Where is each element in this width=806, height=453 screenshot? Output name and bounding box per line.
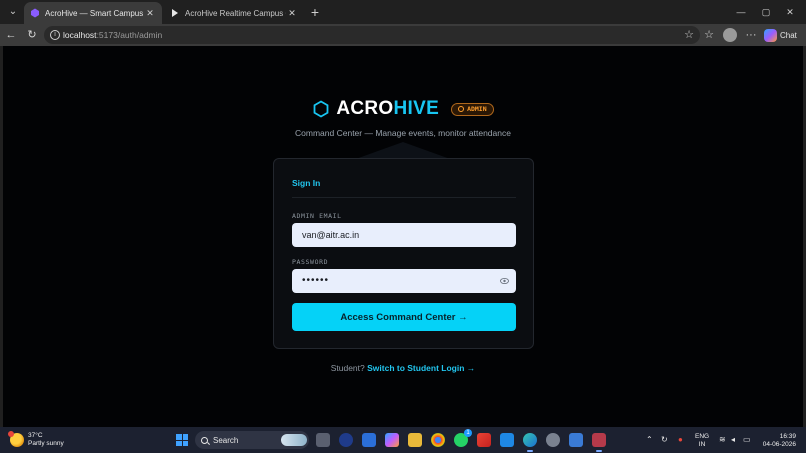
password-label: PASSWORD [292,258,329,266]
external-favicon-icon [172,9,178,17]
email-field[interactable]: van@aitr.ac.in [292,223,516,247]
minimize-icon[interactable]: — [733,4,749,20]
page-viewport: ACROHIVE ADMIN Command Center — Manage e… [3,46,803,427]
copilot-icon [764,28,777,42]
alert-dot-icon [8,431,14,437]
access-command-center-button[interactable]: Access Command Center → [292,303,516,331]
edge-icon[interactable] [523,433,537,452]
close-icon[interactable]: ✕ [144,8,156,19]
close-icon[interactable]: ✕ [286,8,298,19]
collections-icon[interactable]: ☆ [701,27,717,43]
password-field[interactable]: •••••• [292,269,516,293]
sign-in-card: Sign In ADMIN EMAIL van@aitr.ac.in PASSW… [273,158,534,349]
chrome-icon[interactable] [431,433,445,447]
clock[interactable]: 16:39 04-06-2026 [760,433,796,449]
divider [292,197,516,198]
acrohive-favicon-icon [31,8,39,18]
password-value: •••••• [302,275,330,286]
email-label: ADMIN EMAIL [292,212,342,220]
task-view-icon[interactable] [316,433,330,447]
sync-icon[interactable]: ↻ [661,435,668,444]
chevron-up-icon[interactable]: ⌃ [646,435,653,444]
refresh-icon[interactable]: ↻ [24,27,40,43]
switch-login-line: Student? Switch to Student Login → [3,363,803,373]
whatsapp-icon[interactable]: 1 [454,429,472,447]
back-icon[interactable]: ← [3,27,19,43]
search-icon [201,436,208,444]
admin-badge: ADMIN [451,102,494,116]
search-highlight-image [281,434,307,446]
tagline: Command Center — Manage events, monitor … [295,128,511,138]
switch-prompt: Student? [330,363,365,373]
settings-gear-icon[interactable] [546,433,560,447]
volume-icon[interactable]: ◂ [731,435,735,444]
search-label: Search [213,435,239,445]
brand-wordmark: ACROHIVE [336,98,440,119]
tab-actions-icon[interactable]: ⌄ [4,3,22,21]
maximize-icon[interactable]: ▢ [758,4,774,20]
gmail-icon[interactable] [477,433,491,447]
close-window-icon[interactable]: ✕ [782,4,798,20]
favorite-star-icon[interactable]: ☆ [684,28,694,41]
snipping-tool-icon[interactable] [592,433,606,452]
badge-dot-icon [458,106,465,112]
address-bar[interactable]: i localhost:5173/auth/admin ☆ [44,26,700,44]
tab-acrohive-events[interactable]: AcroHive — Smart Campus Events ✕ [24,2,162,24]
antivirus-icon[interactable]: ● [678,435,683,444]
background-decoration [353,142,453,160]
hp-icon[interactable] [339,433,353,447]
card-title: Sign In [292,178,321,188]
windows-start-icon[interactable] [176,434,188,446]
windows-taskbar: 37°C Partly sunny Search 1 ⌃ ↻ ● ENG IN … [0,427,806,453]
chat-label: Chat [780,30,797,40]
wifi-icon[interactable]: ≋ [719,435,726,444]
email-value: van@aitr.ac.in [302,230,360,240]
eye-icon[interactable] [500,277,509,285]
new-tab-icon[interactable]: + [307,3,323,21]
weather-widget[interactable]: 37°C Partly sunny [8,431,64,448]
brand-header: ACROHIVE ADMIN [3,98,803,120]
mail-icon[interactable] [362,433,376,447]
weather-condition: Partly sunny [28,440,64,447]
browser-toolbar: ← ↻ i localhost:5173/auth/admin ☆ ☆ ··· … [0,24,806,46]
url-text[interactable]: localhost:5173/auth/admin [63,30,162,40]
switch-to-student-link[interactable]: Switch to Student Login → [367,363,475,373]
vscode-icon[interactable] [500,433,514,447]
tab-strip: ⌄ AcroHive — Smart Campus Events ✕ AcroH… [0,0,806,24]
more-icon[interactable]: ··· [743,27,759,43]
sun-icon [8,431,24,447]
copilot-app-icon[interactable] [385,433,399,447]
profile-avatar[interactable] [723,28,737,42]
hexagon-logo-icon [313,100,329,118]
tab-title: AcroHive — Smart Campus Events [45,8,144,18]
tab-title: AcroHive Realtime Campus OS - E [185,8,286,18]
azure-icon[interactable] [569,433,583,447]
file-explorer-icon[interactable] [408,433,422,447]
taskbar-search[interactable]: Search [195,431,309,449]
battery-icon[interactable]: ▭ [743,435,751,444]
tab-acrohive-realtime[interactable]: AcroHive Realtime Campus OS - E ✕ [164,2,304,24]
temperature: 37°C [28,432,43,439]
language-indicator[interactable]: ENG IN [695,433,709,449]
copilot-chat-button[interactable]: Chat [764,27,797,43]
notification-count: 1 [464,429,472,437]
info-icon[interactable]: i [50,30,60,40]
